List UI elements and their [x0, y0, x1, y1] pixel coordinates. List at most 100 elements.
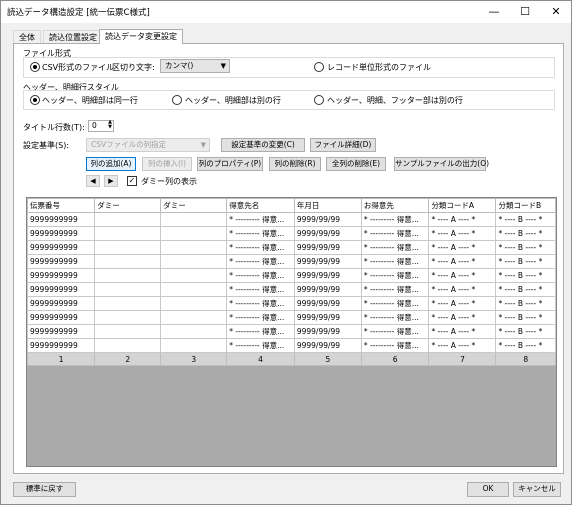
table-cell[interactable]: * --------- 得意...	[360, 338, 430, 353]
table-cell[interactable]: 9999999999	[27, 296, 96, 311]
table-cell[interactable]	[94, 240, 162, 255]
table-cell[interactable]	[160, 268, 228, 283]
table-cell[interactable]: * ---- A ---- *	[428, 310, 497, 325]
table-cell[interactable]: * --------- 得意...	[360, 324, 430, 339]
table-cell[interactable]: 9999999999	[27, 282, 96, 297]
table-cell[interactable]: 9999999999	[27, 240, 96, 255]
ok-button[interactable]: OK	[467, 482, 509, 497]
table-cell[interactable]: 9999/99/99	[293, 268, 362, 283]
column-header[interactable]: 分類コードA	[428, 198, 497, 213]
maximize-button[interactable]: ☐	[510, 1, 540, 23]
delete-all-columns-button[interactable]: 全列の削除(E)	[326, 157, 386, 171]
table-cell[interactable]: 9999999999	[27, 324, 96, 339]
table-cell[interactable]	[160, 240, 228, 255]
table-row[interactable]: 9999999999 * --------- 得意... 9999/99/99 * -…	[27, 212, 556, 227]
sample-output-button[interactable]: サンプルファイルの出力(O)	[394, 157, 489, 171]
column-number[interactable]: 3	[160, 352, 228, 366]
table-cell[interactable]: * --------- 得意...	[226, 296, 295, 311]
table-cell[interactable]: * --------- 得意...	[360, 212, 430, 227]
table-cell[interactable]: * ---- B ---- *	[495, 240, 556, 255]
column-header[interactable]: ダミー	[160, 198, 228, 213]
column-number[interactable]: 6	[360, 352, 430, 366]
radio-record[interactable]	[314, 62, 324, 72]
table-cell[interactable]: 9999/99/99	[293, 254, 362, 269]
table-cell[interactable]: * ---- B ---- *	[495, 338, 556, 353]
table-row[interactable]: 9999999999 * --------- 得意... 9999/99/99 * -…	[27, 338, 556, 353]
table-cell[interactable]	[160, 254, 228, 269]
table-cell[interactable]: * ---- A ---- *	[428, 324, 497, 339]
spinner-arrows-icon[interactable]: ▲ ▼	[108, 120, 112, 130]
table-cell[interactable]	[94, 254, 162, 269]
table-cell[interactable]: * --------- 得意...	[360, 296, 430, 311]
table-cell[interactable]	[94, 324, 162, 339]
table-cell[interactable]: * --------- 得意...	[226, 324, 295, 339]
table-cell[interactable]: * --------- 得意...	[360, 268, 430, 283]
column-number[interactable]: 5	[293, 352, 362, 366]
table-cell[interactable]: 9999/99/99	[293, 324, 362, 339]
table-cell[interactable]: 9999999999	[27, 226, 96, 241]
table-cell[interactable]: 9999999999	[27, 310, 96, 325]
table-cell[interactable]	[160, 310, 228, 325]
table-cell[interactable]: * ---- A ---- *	[428, 268, 497, 283]
table-row[interactable]: 9999999999 * --------- 得意... 9999/99/99 * -…	[27, 296, 556, 311]
column-header[interactable]: 分類コードB	[495, 198, 556, 213]
delete-column-button[interactable]: 列の削除(R)	[269, 157, 321, 171]
table-cell[interactable]	[94, 338, 162, 353]
insert-column-button[interactable]: 列の挿入(I)	[142, 157, 192, 171]
arrow-left-icon[interactable]: ◀	[86, 175, 100, 187]
column-properties-button[interactable]: 列のプロパティ(P)	[197, 157, 263, 171]
table-row[interactable]: 9999999999 * --------- 得意... 9999/99/99 * -…	[27, 324, 556, 339]
table-cell[interactable]: * --------- 得意...	[360, 282, 430, 297]
table-row[interactable]: 9999999999 * --------- 得意... 9999/99/99 * -…	[27, 310, 556, 325]
radio-separate-row[interactable]	[172, 95, 182, 105]
column-header[interactable]: 年月日	[293, 198, 362, 213]
table-cell[interactable]: * ---- A ---- *	[428, 296, 497, 311]
table-cell[interactable]	[94, 212, 162, 227]
table-cell[interactable]: * ---- A ---- *	[428, 240, 497, 255]
table-cell[interactable]: 9999/99/99	[293, 282, 362, 297]
table-cell[interactable]	[160, 212, 228, 227]
table-cell[interactable]: * ---- B ---- *	[495, 324, 556, 339]
table-cell[interactable]: * ---- B ---- *	[495, 226, 556, 241]
column-number[interactable]: 1	[27, 352, 96, 366]
table-cell[interactable]: 9999/99/99	[293, 338, 362, 353]
reset-default-button[interactable]: 標準に戻す	[13, 482, 76, 497]
table-cell[interactable]: * ---- A ---- *	[428, 254, 497, 269]
table-cell[interactable]: * --------- 得意...	[226, 268, 295, 283]
column-grid[interactable]: 伝票番号 ダミー ダミー 得意先名 年月日 お得意先 分類コードA 分類コードB 999999…	[26, 197, 557, 467]
table-cell[interactable]	[94, 226, 162, 241]
table-cell[interactable]: 9999/99/99	[293, 240, 362, 255]
table-cell[interactable]: * ---- A ---- *	[428, 212, 497, 227]
table-cell[interactable]: * ---- B ---- *	[495, 282, 556, 297]
table-cell[interactable]: * ---- A ---- *	[428, 282, 497, 297]
table-cell[interactable]: * --------- 得意...	[360, 310, 430, 325]
column-number[interactable]: 7	[428, 352, 497, 366]
change-basis-button[interactable]: 設定基準の変更(C)	[221, 138, 305, 152]
setting-basis-select[interactable]: CSVファイルの列指定 ▼	[86, 138, 210, 152]
title-rows-spinner[interactable]: 0 ▲ ▼	[88, 120, 114, 132]
table-cell[interactable]	[160, 296, 228, 311]
table-cell[interactable]	[94, 268, 162, 283]
table-cell[interactable]: * --------- 得意...	[226, 240, 295, 255]
table-cell[interactable]: 9999999999	[27, 268, 96, 283]
table-cell[interactable]: * --------- 得意...	[226, 310, 295, 325]
table-cell[interactable]	[160, 226, 228, 241]
column-number[interactable]: 8	[495, 352, 556, 366]
column-header[interactable]: 得意先名	[226, 198, 295, 213]
column-number[interactable]: 4	[226, 352, 295, 366]
table-cell[interactable]: * ---- B ---- *	[495, 296, 556, 311]
table-cell[interactable]: * --------- 得意...	[226, 282, 295, 297]
table-row[interactable]: 9999999999 * --------- 得意... 9999/99/99 * -…	[27, 240, 556, 255]
table-cell[interactable]	[160, 282, 228, 297]
table-cell[interactable]: * ---- B ---- *	[495, 310, 556, 325]
table-cell[interactable]: * --------- 得意...	[360, 240, 430, 255]
tab-read-data-change[interactable]: 読込データ変更設定	[99, 29, 183, 44]
table-cell[interactable]: * --------- 得意...	[226, 338, 295, 353]
table-cell[interactable]: * ---- B ---- *	[495, 268, 556, 283]
add-column-button[interactable]: 列の追加(A)	[86, 157, 136, 171]
table-cell[interactable]: * --------- 得意...	[226, 226, 295, 241]
table-row[interactable]: 9999999999 * --------- 得意... 9999/99/99 * -…	[27, 226, 556, 241]
table-cell[interactable]	[160, 324, 228, 339]
table-cell[interactable]	[94, 282, 162, 297]
cancel-button[interactable]: キャンセル	[513, 482, 561, 497]
